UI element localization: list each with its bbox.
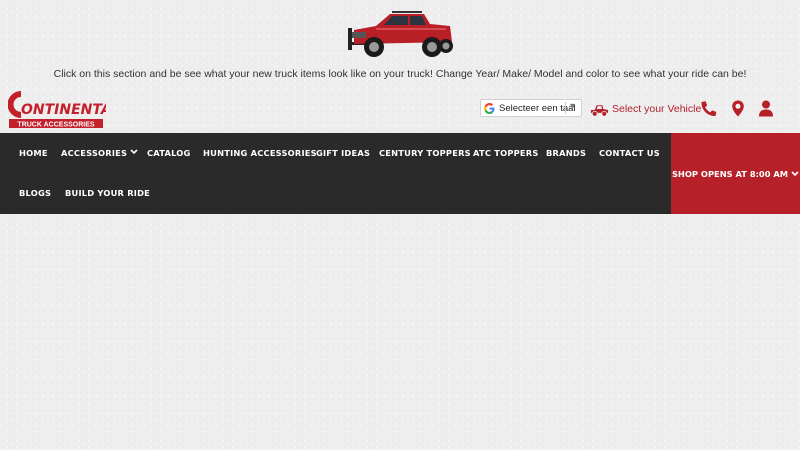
map-marker-icon[interactable]	[730, 100, 746, 117]
select-vehicle-label: Select your Vehicle	[612, 103, 702, 115]
svg-text:ONTINENTAL: ONTINENTAL	[21, 102, 106, 118]
shop-hours-label: SHOP OPENS AT 8:00 AM	[671, 168, 789, 179]
google-icon	[484, 102, 495, 114]
build-your-ride-banner[interactable]: Click on this section and be see what yo…	[0, 0, 800, 88]
continental-logo[interactable]: ONTINENTAL TRUCK ACCESSORIES	[8, 88, 106, 130]
nav-item-gift-ideas[interactable]: GIFT IDEAS	[315, 133, 371, 173]
user-icon[interactable]	[758, 100, 774, 117]
nav-item-build-your-ride[interactable]: BUILD YOUR RIDE	[64, 173, 151, 213]
nav-item-brands[interactable]: BRANDS	[545, 133, 587, 173]
nav-item-accessories[interactable]: ACCESSORIES	[60, 133, 139, 173]
chevron-down-icon	[791, 170, 799, 176]
banner-text: Click on this section and be see what yo…	[53, 68, 747, 80]
nav-item-hunting-accessories[interactable]: HUNTING ACCESSORIES	[202, 133, 318, 173]
language-select[interactable]: Selecteer een taal ▼	[480, 99, 582, 117]
nav-item-catalog[interactable]: CATALOG	[146, 133, 192, 173]
main-navigation: HOME ACCESSORIES CATALOG HUNTING ACCESSO…	[0, 133, 671, 214]
select-vehicle-link[interactable]: Select your Vehicle	[590, 100, 701, 118]
svg-text:TRUCK ACCESSORIES: TRUCK ACCESSORIES	[17, 122, 94, 129]
select-divider	[565, 102, 566, 114]
truck-icon	[590, 104, 609, 117]
nav-item-century-toppers[interactable]: CENTURY TOPPERS	[378, 133, 472, 173]
nav-item-home[interactable]: HOME	[18, 133, 49, 173]
shop-hours-dropdown[interactable]: SHOP OPENS AT 8:00 AM	[671, 133, 800, 214]
nav-item-blogs[interactable]: BLOGS	[18, 173, 52, 213]
truck-image	[348, 11, 453, 57]
nav-item-atc-toppers[interactable]: ATC TOPPERS	[472, 133, 540, 173]
nav-item-contact-us[interactable]: CONTACT US	[598, 133, 661, 173]
chevron-down-icon	[130, 149, 138, 155]
dropdown-arrow-icon: ▼	[568, 101, 577, 111]
phone-icon[interactable]	[701, 100, 717, 117]
